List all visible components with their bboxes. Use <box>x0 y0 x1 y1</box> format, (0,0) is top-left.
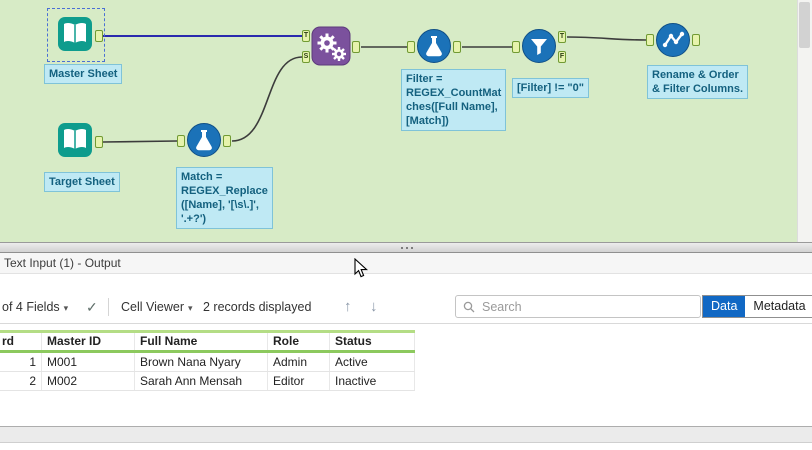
cell-master-id[interactable]: M001 <box>42 353 135 371</box>
horizontal-scrollbar[interactable] <box>0 426 812 443</box>
select-columns-icon <box>656 23 690 57</box>
fields-dropdown[interactable]: of 4 Fields ▾ <box>2 290 68 325</box>
chevron-down-icon: ▾ <box>188 303 193 313</box>
grid-header-role[interactable]: Role <box>268 333 330 350</box>
tool-select[interactable] <box>655 22 691 63</box>
workflow-canvas[interactable]: Master Sheet Target Sheet Match = REGEX_… <box>0 0 797 242</box>
anchor-master-output[interactable] <box>95 30 103 42</box>
anchor-formula-match-output[interactable] <box>223 135 231 147</box>
records-displayed-label: 2 records displayed <box>203 300 312 314</box>
cell-role[interactable]: Admin <box>268 353 330 371</box>
anchor-letter: T <box>559 33 565 40</box>
anchor-append-input-s[interactable]: S <box>302 51 310 63</box>
anchor-select-input[interactable] <box>646 34 654 46</box>
tool-formula-match[interactable] <box>186 122 222 163</box>
results-toolbar: of 4 Fields ▾ ✓ Cell Viewer ▾ 2 records di… <box>0 290 812 324</box>
apply-check-icon[interactable]: ✓ <box>86 290 98 324</box>
anchor-append-output[interactable] <box>352 41 360 53</box>
annotation-select[interactable]: Rename & Order & Filter Columns. <box>647 65 749 100</box>
tab-data[interactable]: Data <box>703 296 746 317</box>
tool-label-master-sheet[interactable]: Master Sheet <box>44 64 123 85</box>
search-box[interactable] <box>455 295 701 318</box>
grid-header-full-name[interactable]: Full Name <box>135 333 268 350</box>
cell-viewer-dropdown[interactable]: Cell Viewer ▾ <box>121 290 193 325</box>
mouse-cursor-icon <box>354 258 369 278</box>
annotation-formula-filter[interactable]: Filter = REGEX_CountMat ches([Full Name]… <box>401 69 507 132</box>
cell-role[interactable]: Editor <box>268 372 330 390</box>
wire-target-to-formula[interactable] <box>102 140 178 143</box>
anchor-filter-input[interactable] <box>512 41 520 53</box>
canvas-scrollbar-thumb[interactable] <box>799 2 810 48</box>
anchor-formula-filter-output[interactable] <box>453 41 461 53</box>
anchor-filter-false-output[interactable]: F <box>558 51 566 63</box>
formula-flask-icon <box>417 29 451 63</box>
annotation-formula-match[interactable]: Match = REGEX_Replace ([Name], '[\s\.]',… <box>176 167 273 230</box>
anchor-letter: S <box>303 53 309 60</box>
grid-header-record[interactable]: rd <box>0 333 42 350</box>
grid-header-row: rd Master ID Full Name Role Status <box>0 330 415 353</box>
data-metadata-toggle: Data Metadata <box>702 295 812 318</box>
input-data-icon <box>58 123 92 157</box>
row-number: 1 <box>0 353 42 371</box>
tool-target-sheet-input[interactable] <box>57 122 93 163</box>
toolbar-divider <box>108 298 109 316</box>
anchor-formula-filter-input[interactable] <box>407 41 415 53</box>
input-data-icon <box>58 17 92 51</box>
anchor-letter: F <box>559 53 565 60</box>
search-icon <box>463 301 475 312</box>
scroll-down-icon[interactable]: ↓ <box>370 290 378 324</box>
annotation-filter[interactable]: [Filter] != "0" <box>512 78 589 99</box>
grid-header-status[interactable]: Status <box>330 333 415 350</box>
gears-icon <box>311 26 351 66</box>
splitter-grip-icon <box>406 247 408 249</box>
results-panel-title: Text Input (1) - Output <box>0 253 812 274</box>
chevron-down-icon: ▾ <box>63 303 69 313</box>
results-grid: rd Master ID Full Name Role Status 1 M00… <box>0 330 415 391</box>
search-input[interactable] <box>480 298 700 315</box>
anchor-letter: T <box>303 32 309 39</box>
anchor-filter-true-output[interactable]: T <box>558 31 566 43</box>
table-row[interactable]: 1 M001 Brown Nana Nyary Admin Active <box>0 353 415 372</box>
anchor-select-output[interactable] <box>692 34 700 46</box>
grid-header-master-id[interactable]: Master ID <box>42 333 135 350</box>
alteryx-designer-window: Master Sheet Target Sheet Match = REGEX_… <box>0 0 812 450</box>
wire-filter-to-select[interactable] <box>566 36 647 41</box>
tab-metadata[interactable]: Metadata <box>745 296 812 317</box>
filter-funnel-icon <box>522 29 556 63</box>
scroll-up-icon[interactable]: ↑ <box>344 290 352 324</box>
tool-label-target-sheet[interactable]: Target Sheet <box>44 172 120 193</box>
cell-full-name[interactable]: Brown Nana Nyary <box>135 353 268 371</box>
anchor-formula-match-input[interactable] <box>177 135 185 147</box>
tool-append-fields[interactable] <box>311 26 351 71</box>
cell-full-name[interactable]: Sarah Ann Mensah <box>135 372 268 390</box>
anchor-target-output[interactable] <box>95 136 103 148</box>
cell-master-id[interactable]: M002 <box>42 372 135 390</box>
tool-master-sheet-input[interactable] <box>57 16 93 57</box>
formula-flask-icon <box>187 123 221 157</box>
panel-splitter[interactable] <box>0 242 812 253</box>
wire-formula-to-append[interactable] <box>231 56 303 142</box>
row-number: 2 <box>0 372 42 390</box>
cell-status[interactable]: Active <box>330 353 415 371</box>
cell-status[interactable]: Inactive <box>330 372 415 390</box>
tool-formula-filter[interactable] <box>416 28 452 69</box>
anchor-append-input-t[interactable]: T <box>302 30 310 42</box>
tool-filter[interactable] <box>521 28 557 69</box>
table-row[interactable]: 2 M002 Sarah Ann Mensah Editor Inactive <box>0 372 415 391</box>
